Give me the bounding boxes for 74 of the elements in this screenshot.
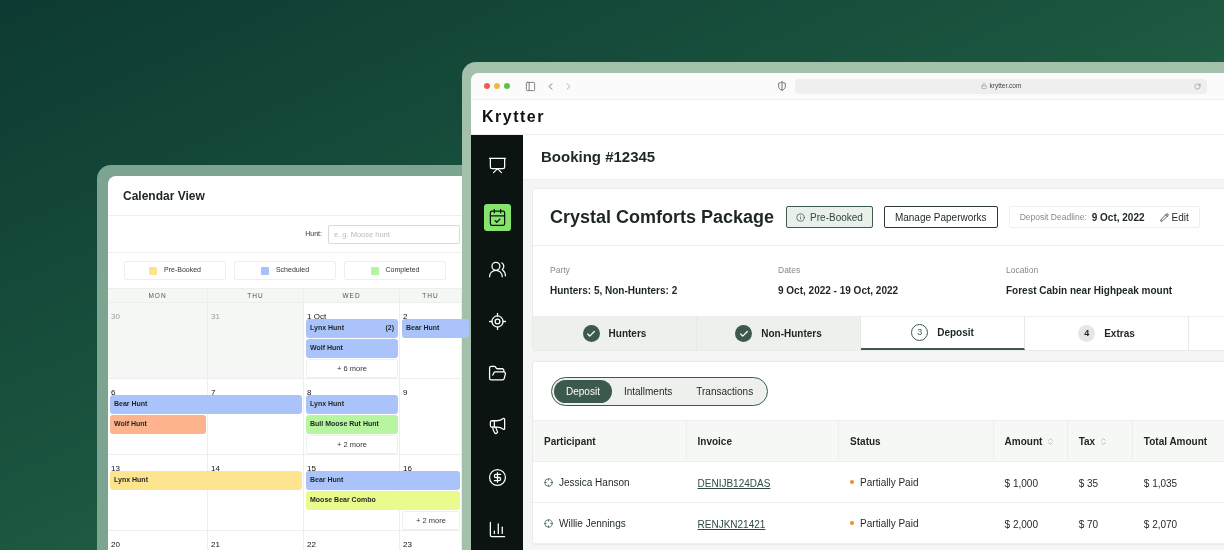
participant-name: Willie Jennings	[559, 516, 626, 531]
date-number: 14	[211, 464, 220, 473]
date-number: 7	[211, 388, 216, 397]
date-number: 20	[111, 540, 120, 549]
participant-name: Jessica Hanson	[559, 475, 630, 490]
maximize-window-icon[interactable]	[504, 83, 510, 89]
sidebar-item[interactable]	[483, 204, 511, 231]
info-value: Hunters: 5, Non-Hunters: 2	[550, 283, 679, 298]
date-number: 30	[111, 312, 120, 321]
segment-tab[interactable]: Intallments	[611, 379, 685, 403]
status-text: Partially Paid	[860, 516, 919, 531]
close-window-icon[interactable]	[484, 83, 490, 89]
info-label: Party	[550, 264, 571, 277]
bar-chart-icon	[487, 520, 507, 539]
info-value: Forest Cabin near Highpeak mount	[1006, 283, 1174, 298]
column-header: Invoice	[697, 434, 732, 449]
date-number: 6	[111, 388, 116, 397]
crosshair-icon	[487, 312, 507, 331]
megaphone-icon	[487, 416, 507, 435]
shield-icon[interactable]	[777, 81, 787, 91]
date-number: 8	[307, 388, 312, 397]
tax-cell: $ 70	[1078, 519, 1099, 530]
info-icon	[796, 212, 806, 222]
date-number: 16	[403, 464, 412, 473]
step-tab[interactable]: Hunters	[533, 317, 697, 350]
participant-icon	[544, 477, 553, 487]
date-number: 15	[307, 464, 316, 473]
participant-icon	[544, 518, 553, 528]
date-number: 23	[403, 540, 412, 549]
pencil-icon	[1159, 212, 1169, 222]
total-cell: $ 1,035	[1143, 478, 1178, 489]
edit-button[interactable]: Edit	[1159, 209, 1189, 225]
invoice-link[interactable]: DENIJB124DAS	[697, 478, 771, 489]
amount-cell: $ 1,000	[1004, 478, 1038, 489]
column-header: Total Amount	[1143, 434, 1208, 449]
amount-cell: $ 2,000	[1004, 519, 1038, 530]
info-value: 9 Oct, 2022 - 19 Oct, 2022	[778, 283, 900, 298]
info-label: Location	[1006, 264, 1040, 277]
presentation-chart-icon	[487, 156, 507, 175]
info-label: Dates	[778, 264, 802, 277]
date-number: 9	[403, 388, 408, 397]
invoice-link[interactable]: RENJKN21421	[697, 519, 766, 530]
date-number: 13	[111, 464, 120, 473]
page-title: Booking #12345	[541, 146, 656, 167]
dollar-icon	[487, 468, 507, 487]
folder-icon	[487, 364, 507, 383]
total-cell: $ 2,070	[1143, 519, 1178, 530]
tax-cell: $ 35	[1078, 478, 1099, 489]
calendar-check-icon	[487, 208, 507, 227]
status-text: Partially Paid	[860, 475, 919, 490]
logo-text: Krytter	[482, 107, 545, 127]
column-header: Participant	[544, 434, 596, 449]
step-tab[interactable]: Non-Hunters	[697, 317, 861, 350]
manage-paperworks-button[interactable]: Manage Paperworks	[883, 206, 998, 228]
status-badge: Pre-Booked	[786, 206, 873, 228]
segment-tab[interactable]: Transactions	[684, 379, 766, 403]
column-header: Amount	[1004, 434, 1043, 449]
column-header: Tax	[1078, 434, 1096, 449]
deadline-value: 9 Oct, 2022	[1091, 210, 1145, 225]
calendar-title: Calendar View	[123, 187, 205, 205]
deadline-label: Deposit Deadline:	[1019, 210, 1087, 224]
date-number: 21	[211, 540, 220, 549]
date-number: 1 Oct	[307, 312, 327, 321]
step-number: 4	[1078, 325, 1096, 342]
date-number: 2	[403, 312, 408, 321]
segment-tab[interactable]: Deposit	[554, 379, 612, 403]
users-icon	[487, 260, 507, 279]
date-number: 22	[307, 540, 316, 549]
date-number: 31	[211, 312, 220, 321]
lock-icon	[980, 83, 987, 89]
step-tab[interactable]: 3 Deposit	[861, 317, 1025, 350]
package-title: Crystal Comforts Package	[550, 205, 775, 229]
sidebar-toggle-icon[interactable]	[525, 80, 536, 92]
column-header: Status	[850, 434, 881, 449]
